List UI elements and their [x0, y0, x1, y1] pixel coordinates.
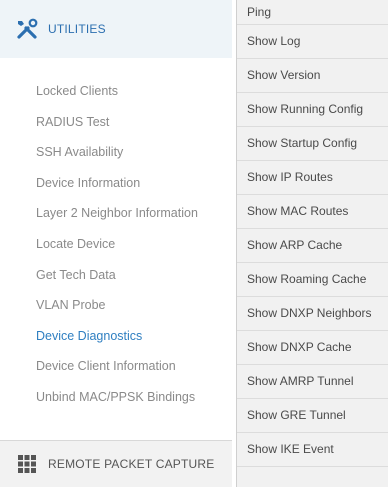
utility-item-vlan-probe[interactable]: VLAN Probe	[0, 290, 232, 321]
utility-item-unbind-mac-ppsk-bindings[interactable]: Unbind MAC/PPSK Bindings	[0, 382, 232, 413]
menu-item-show-running-config[interactable]: Show Running Config	[237, 93, 388, 127]
menu-item-show-log[interactable]: Show Log	[237, 25, 388, 59]
utilities-header[interactable]: UTILITIES	[0, 0, 232, 58]
menu-item-show-roaming-cache[interactable]: Show Roaming Cache	[237, 263, 388, 297]
utility-item-locate-device[interactable]: Locate Device	[0, 229, 232, 260]
menu-item-show-ip-routes[interactable]: Show IP Routes	[237, 161, 388, 195]
utilities-panel: UTILITIES Locked Clients RADIUS Test SSH…	[0, 0, 232, 487]
utility-item-device-diagnostics[interactable]: Device Diagnostics	[0, 321, 232, 352]
menu-item-show-mac-routes[interactable]: Show MAC Routes	[237, 195, 388, 229]
utility-item-device-information[interactable]: Device Information	[0, 168, 232, 199]
utility-item-radius-test[interactable]: RADIUS Test	[0, 107, 232, 138]
diagnostics-menu: Ping Show Log Show Version Show Running …	[236, 0, 388, 487]
grid-icon	[16, 453, 38, 475]
remote-packet-capture-header[interactable]: REMOTE PACKET CAPTURE	[0, 440, 232, 487]
diagnostics-menu-list: Ping Show Log Show Version Show Running …	[237, 0, 388, 467]
menu-item-show-gre-tunnel[interactable]: Show GRE Tunnel	[237, 399, 388, 433]
menu-item-show-ike-event[interactable]: Show IKE Event	[237, 433, 388, 467]
utility-item-locked-clients[interactable]: Locked Clients	[0, 76, 232, 107]
utility-item-device-client-information[interactable]: Device Client Information	[0, 351, 232, 382]
menu-item-show-arp-cache[interactable]: Show ARP Cache	[237, 229, 388, 263]
remote-packet-capture-label: REMOTE PACKET CAPTURE	[48, 457, 215, 471]
utility-item-layer2-neighbor-information[interactable]: Layer 2 Neighbor Information	[0, 198, 232, 229]
utilities-list: Locked Clients RADIUS Test SSH Availabil…	[0, 76, 232, 413]
utility-item-ssh-availability[interactable]: SSH Availability	[0, 137, 232, 168]
tools-icon	[16, 18, 38, 40]
menu-item-show-startup-config[interactable]: Show Startup Config	[237, 127, 388, 161]
menu-item-show-version[interactable]: Show Version	[237, 59, 388, 93]
menu-item-ping[interactable]: Ping	[237, 0, 388, 25]
utility-item-get-tech-data[interactable]: Get Tech Data	[0, 260, 232, 291]
menu-item-show-dnxp-neighbors[interactable]: Show DNXP Neighbors	[237, 297, 388, 331]
utilities-header-label: UTILITIES	[48, 22, 106, 36]
menu-item-show-dnxp-cache[interactable]: Show DNXP Cache	[237, 331, 388, 365]
menu-item-show-amrp-tunnel[interactable]: Show AMRP Tunnel	[237, 365, 388, 399]
